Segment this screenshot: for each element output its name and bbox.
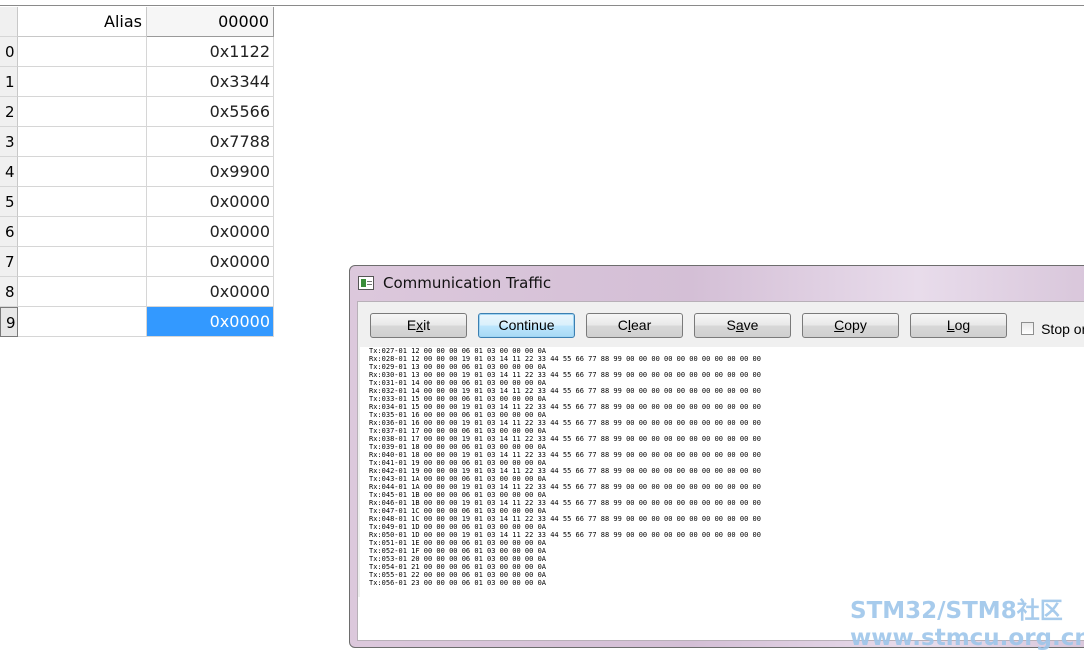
traffic-line: Tx:035-01 16 00 00 00 06 01 03 00 00 00 … <box>369 411 547 419</box>
row-header[interactable]: 5 <box>0 187 18 217</box>
value-cell[interactable]: 0x5566 <box>147 97 274 127</box>
row-header[interactable]: 8 <box>0 277 18 307</box>
clear-button[interactable]: Clear <box>586 313 683 338</box>
watermark: STM32/STM8社区 www.stmcu.org.cn <box>850 598 1084 652</box>
value-cell[interactable]: 0x3344 <box>147 67 274 97</box>
continue-button[interactable]: Continue <box>478 313 575 338</box>
traffic-line: Tx:052-01 1F 00 00 00 06 01 03 00 00 00 … <box>369 547 547 555</box>
row-header[interactable]: 3 <box>0 127 18 157</box>
alias-cell[interactable] <box>18 307 147 337</box>
exit-button[interactable]: Exit <box>370 313 467 338</box>
traffic-line: Rx:050-01 1D 00 00 00 19 01 03 14 11 22 … <box>369 531 761 539</box>
watermark-line-2: www.stmcu.org.cn <box>850 625 1084 651</box>
stop-on-checkbox-box[interactable] <box>1021 322 1034 335</box>
alias-cell[interactable] <box>18 67 147 97</box>
traffic-line: Tx:056-01 23 00 00 00 06 01 03 00 00 00 … <box>369 579 547 587</box>
alias-cell[interactable] <box>18 187 147 217</box>
stop-on-checkbox-label: Stop on <box>1041 320 1084 337</box>
row-header[interactable]: 4 <box>0 157 18 187</box>
traffic-line: Tx:053-01 20 00 00 00 06 01 03 00 00 00 … <box>369 555 547 563</box>
alias-cell[interactable] <box>18 97 147 127</box>
row-header[interactable]: 0 <box>0 37 18 67</box>
traffic-line: Rx:038-01 17 00 00 00 19 01 03 14 11 22 … <box>369 435 761 443</box>
traffic-line: Tx:039-01 18 00 00 00 06 01 03 00 00 00 … <box>369 443 547 451</box>
traffic-line: Tx:047-01 1C 00 00 00 06 01 03 00 00 00 … <box>369 507 547 515</box>
traffic-line: Rx:036-01 16 00 00 00 19 01 03 14 11 22 … <box>369 419 761 427</box>
alias-cell[interactable] <box>18 127 147 157</box>
traffic-line: Rx:034-01 15 00 00 00 19 01 03 14 11 22 … <box>369 403 761 411</box>
watermark-line-1: STM32/STM8社区 <box>850 598 1063 624</box>
app-window-icon <box>358 276 374 290</box>
row-header[interactable]: 2 <box>0 97 18 127</box>
value-cell[interactable]: 0x0000 <box>147 247 274 277</box>
traffic-line: Tx:041-01 19 00 00 00 06 01 03 00 00 00 … <box>369 459 547 467</box>
traffic-line: Rx:028-01 12 00 00 00 19 01 03 14 11 22 … <box>369 355 761 363</box>
traffic-line: Tx:043-01 1A 00 00 00 06 01 03 00 00 00 … <box>369 475 547 483</box>
copy-button[interactable]: Copy <box>802 313 899 338</box>
top-divider <box>0 5 1084 6</box>
traffic-line: Rx:040-01 18 00 00 00 19 01 03 14 11 22 … <box>369 451 761 459</box>
save-button[interactable]: Save <box>694 313 791 338</box>
value-cell[interactable]: 0x0000 <box>147 187 274 217</box>
column-header-alias[interactable]: Alias <box>18 7 147 37</box>
window-title: Communication Traffic <box>383 274 552 292</box>
traffic-line: Tx:051-01 1E 00 00 00 06 01 03 00 00 00 … <box>369 539 547 547</box>
dialog-client-area: Exit Continue Clear Save Copy Log Stop o… <box>357 301 1084 641</box>
row-header[interactable]: 1 <box>0 67 18 97</box>
value-cell[interactable]: 0x0000 <box>147 217 274 247</box>
row-header[interactable]: 7 <box>0 247 18 277</box>
traffic-line: Rx:044-01 1A 00 00 00 19 01 03 14 11 22 … <box>369 483 761 491</box>
traffic-line: Tx:031-01 14 00 00 00 06 01 03 00 00 00 … <box>369 379 547 387</box>
stop-on-checkbox[interactable]: Stop on <box>1021 318 1084 337</box>
traffic-line: Rx:046-01 1B 00 00 00 19 01 03 14 11 22 … <box>369 499 761 507</box>
traffic-line: Tx:033-01 15 00 00 00 06 01 03 00 00 00 … <box>369 395 547 403</box>
traffic-line: Rx:048-01 1C 00 00 00 19 01 03 14 11 22 … <box>369 515 761 523</box>
traffic-log[interactable]: Tx:027-01 12 00 00 00 06 01 03 00 00 00 … <box>360 347 1084 597</box>
alias-cell[interactable] <box>18 157 147 187</box>
grid-corner[interactable] <box>0 7 18 37</box>
column-header-address[interactable]: 00000 <box>147 7 274 37</box>
value-cell[interactable]: 0x7788 <box>147 127 274 157</box>
traffic-line: Rx:032-01 14 00 00 00 19 01 03 14 11 22 … <box>369 387 761 395</box>
row-header[interactable]: 9 <box>0 307 18 337</box>
traffic-line: Tx:027-01 12 00 00 00 06 01 03 00 00 00 … <box>369 347 547 355</box>
traffic-line: Rx:030-01 13 00 00 00 19 01 03 14 11 22 … <box>369 371 761 379</box>
traffic-line: Tx:029-01 13 00 00 00 06 01 03 00 00 00 … <box>369 363 547 371</box>
value-cell[interactable]: 0x1122 <box>147 37 274 67</box>
value-cell[interactable]: 0x0000 <box>147 307 274 337</box>
value-cell[interactable]: 0x0000 <box>147 277 274 307</box>
traffic-line: Tx:055-01 22 00 00 00 06 01 03 00 00 00 … <box>369 571 547 579</box>
communication-traffic-window: Communication Traffic Exit Continue Clea… <box>349 265 1084 648</box>
alias-cell[interactable] <box>18 277 147 307</box>
value-cell[interactable]: 0x9900 <box>147 157 274 187</box>
title-bar[interactable]: Communication Traffic <box>350 266 1084 300</box>
alias-cell[interactable] <box>18 217 147 247</box>
alias-cell[interactable] <box>18 37 147 67</box>
traffic-line: Rx:042-01 19 00 00 00 19 01 03 14 11 22 … <box>369 467 761 475</box>
traffic-line: Tx:054-01 21 00 00 00 06 01 03 00 00 00 … <box>369 563 547 571</box>
traffic-line: Tx:037-01 17 00 00 00 06 01 03 00 00 00 … <box>369 427 547 435</box>
traffic-line: Tx:049-01 1D 00 00 00 06 01 03 00 00 00 … <box>369 523 547 531</box>
traffic-line: Tx:045-01 1B 00 00 00 06 01 03 00 00 00 … <box>369 491 547 499</box>
log-button[interactable]: Log <box>910 313 1007 338</box>
row-header[interactable]: 6 <box>0 217 18 247</box>
alias-cell[interactable] <box>18 247 147 277</box>
